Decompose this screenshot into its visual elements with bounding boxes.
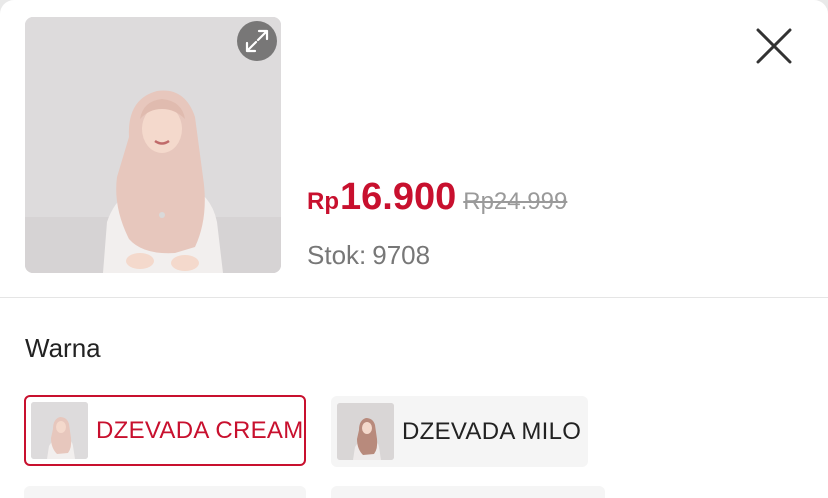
price-value: 16.900 xyxy=(340,176,457,218)
variant-label: DZEVADA MILO xyxy=(402,417,582,445)
product-image[interactable] xyxy=(25,17,281,273)
hijab-thumbnail-photo xyxy=(31,402,88,459)
variant-option-partial[interactable] xyxy=(331,486,605,498)
variant-label: DZEVADA CREAM xyxy=(96,416,304,444)
variant-thumbnail xyxy=(31,402,88,459)
variant-selector-sheet: Rp 16.900 Rp24.999 Stok: 9708 Warna DZEVA… xyxy=(0,0,828,498)
variant-option-dzevada-cream[interactable]: DZEVADA CREAM xyxy=(24,395,306,466)
variant-option-dzevada-milo[interactable]: DZEVADA MILO xyxy=(331,396,588,467)
section-divider xyxy=(0,297,828,298)
stock-value: 9708 xyxy=(372,240,431,270)
stock-info: Stok: 9708 xyxy=(307,240,430,271)
original-price: Rp24.999 xyxy=(463,188,568,215)
variant-section-title: Warna xyxy=(25,333,101,363)
close-icon xyxy=(756,28,792,64)
price-row: Rp 16.900 Rp24.999 xyxy=(307,176,567,224)
stock-label: Stok: xyxy=(307,240,367,270)
hijab-thumbnail-photo xyxy=(337,403,394,460)
variant-thumbnail xyxy=(337,403,394,460)
expand-icon xyxy=(245,29,269,53)
price-currency: Rp xyxy=(307,188,339,215)
expand-image-button[interactable] xyxy=(237,21,277,61)
close-button[interactable] xyxy=(752,24,796,68)
variant-option-partial[interactable] xyxy=(24,486,306,498)
